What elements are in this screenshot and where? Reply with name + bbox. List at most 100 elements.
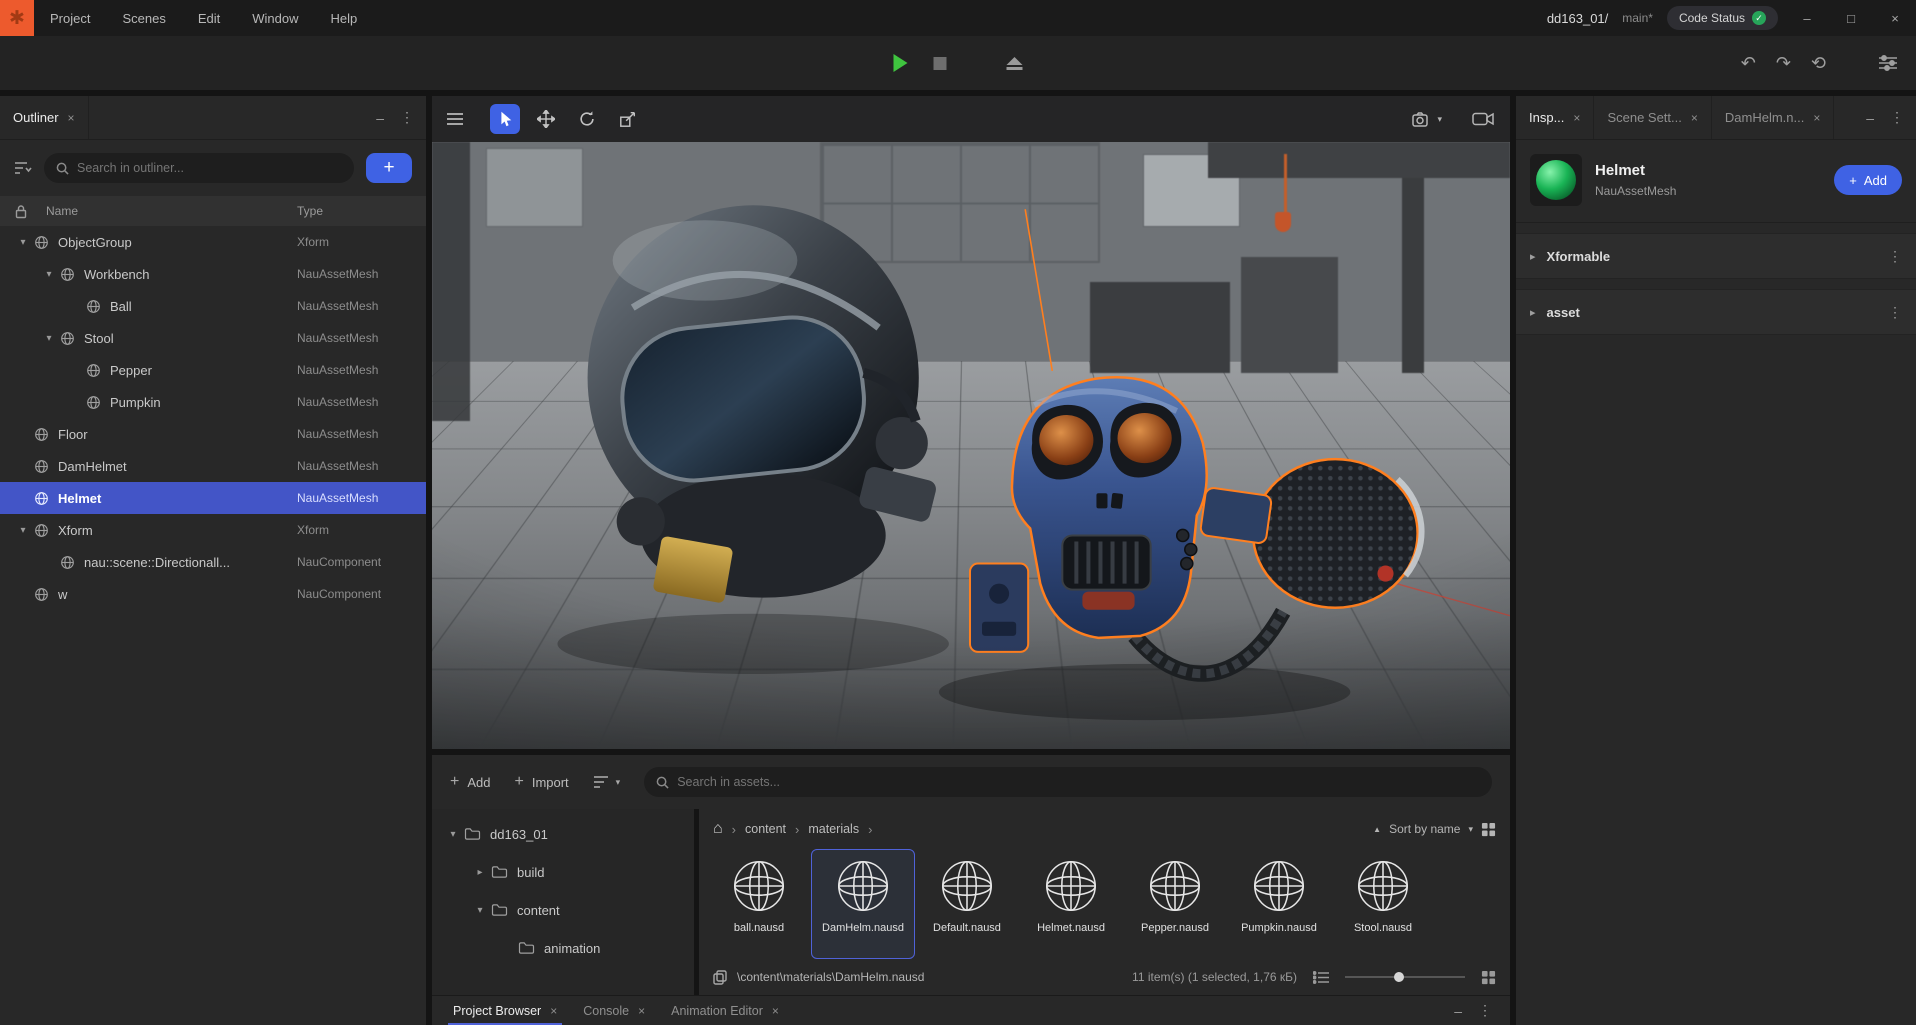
section-asset[interactable]: ▸ asset ⋮	[1516, 289, 1916, 335]
outliner-row-nau-scene-directionall-[interactable]: nau::scene::Directionall...NauComponent	[0, 546, 426, 578]
asset-add-button[interactable]: + Add	[450, 773, 490, 791]
move-tool-button[interactable]	[531, 104, 561, 134]
asset-tile-pepper-nausd[interactable]: Pepper.nausd	[1123, 849, 1227, 959]
outliner-search[interactable]	[44, 153, 354, 183]
list-view-icon[interactable]	[1313, 971, 1329, 984]
panel-menu-button[interactable]: ⋮	[1890, 109, 1904, 126]
menu-window[interactable]: Window	[236, 0, 314, 36]
copy-icon[interactable]	[713, 970, 727, 985]
asset-search[interactable]	[644, 767, 1492, 797]
collapse-panel-button[interactable]: –	[1454, 1003, 1462, 1019]
sort-by-label[interactable]: Sort by name	[1389, 822, 1460, 836]
outliner-row-ball[interactable]: BallNauAssetMesh	[0, 290, 426, 322]
panel-menu-button[interactable]: ⋮	[1478, 1002, 1492, 1019]
outliner-row-xform[interactable]: ▾XformXform	[0, 514, 426, 546]
close-icon[interactable]: ×	[68, 111, 75, 125]
viewport-menu-icon[interactable]	[446, 112, 464, 126]
outliner-add-button[interactable]: +	[366, 153, 412, 183]
redo-button[interactable]: ↷	[1776, 53, 1791, 74]
add-component-button[interactable]: + Add	[1834, 165, 1902, 195]
toolbar-settings-button[interactable]	[1878, 55, 1898, 71]
menu-scenes[interactable]: Scenes	[106, 0, 181, 36]
menu-help[interactable]: Help	[315, 0, 374, 36]
asset-tile-damhelm-nausd[interactable]: DamHelm.nausd	[811, 849, 915, 959]
close-button[interactable]: ×	[1880, 11, 1910, 26]
grid-view-icon[interactable]	[1481, 822, 1496, 837]
scale-tool-button[interactable]	[613, 104, 643, 134]
folder-row-content[interactable]: ▾content	[432, 891, 694, 929]
inspector-tab-0[interactable]: Insp...×	[1516, 96, 1594, 139]
close-icon[interactable]: ×	[550, 1004, 557, 1018]
asset-tile-default-nausd[interactable]: Default.nausd	[915, 849, 1019, 959]
asset-tile-helmet-nausd[interactable]: Helmet.nausd	[1019, 849, 1123, 959]
bottom-tab-0[interactable]: Project Browser×	[440, 996, 570, 1025]
outliner-row-w[interactable]: wNauComponent	[0, 578, 426, 610]
maximize-button[interactable]: □	[1836, 11, 1866, 26]
asset-import-button[interactable]: + Import	[514, 773, 568, 791]
videocam-icon[interactable]	[1472, 112, 1494, 126]
sort-direction-icon[interactable]: ▲	[1373, 825, 1381, 834]
panel-menu-button[interactable]: ⋮	[400, 109, 414, 126]
expand-chevron-icon[interactable]: ▾	[471, 905, 489, 916]
outliner-row-helmet[interactable]: HelmetNauAssetMesh	[0, 482, 426, 514]
outliner-row-pepper[interactable]: PepperNauAssetMesh	[0, 354, 426, 386]
breadcrumb-content[interactable]: content	[745, 822, 786, 836]
inspector-tab-2[interactable]: DamHelm.n...×	[1712, 96, 1834, 139]
expand-chevron-icon[interactable]: ▾	[40, 333, 58, 344]
camera-settings-button[interactable]: ▾	[1412, 112, 1442, 127]
inspector-tab-1[interactable]: Scene Sett...×	[1594, 96, 1711, 139]
rotate-tool-button[interactable]	[572, 104, 602, 134]
asset-search-input[interactable]	[677, 775, 1480, 789]
bottom-tab-1[interactable]: Console×	[570, 996, 658, 1025]
collapse-panel-button[interactable]: –	[1866, 110, 1874, 126]
outliner-row-floor[interactable]: FloorNauAssetMesh	[0, 418, 426, 450]
expand-chevron-icon[interactable]: ▾	[40, 269, 58, 280]
slider-knob[interactable]	[1394, 972, 1404, 982]
lock-icon[interactable]	[14, 204, 28, 219]
collapse-panel-button[interactable]: –	[376, 110, 384, 126]
section-xformable[interactable]: ▸ Xformable ⋮	[1516, 233, 1916, 279]
expand-chevron-icon[interactable]: ▾	[14, 525, 32, 536]
stop-button[interactable]	[934, 57, 947, 70]
section-menu-button[interactable]: ⋮	[1888, 248, 1902, 265]
asset-tile-ball-nausd[interactable]: ball.nausd	[707, 849, 811, 959]
close-icon[interactable]: ×	[638, 1004, 645, 1018]
history-button[interactable]: ⟲	[1811, 53, 1826, 74]
thumbnail-size-slider[interactable]	[1345, 976, 1465, 978]
folder-row-animation[interactable]: animation	[432, 929, 694, 967]
grid-view-icon[interactable]	[1481, 970, 1496, 985]
viewport-3d-scene[interactable]	[432, 142, 1510, 749]
select-tool-button[interactable]	[490, 104, 520, 134]
close-icon[interactable]: ×	[772, 1004, 779, 1018]
expand-chevron-icon[interactable]: ▸	[471, 867, 489, 878]
folder-row-dd163_01[interactable]: ▾dd163_01	[432, 815, 694, 853]
code-status-badge[interactable]: Code Status ✓	[1667, 6, 1778, 30]
breadcrumb-materials[interactable]: materials	[808, 822, 859, 836]
outliner-row-objectgroup[interactable]: ▾ObjectGroupXform	[0, 226, 426, 258]
export-button[interactable]	[1007, 57, 1023, 70]
outliner-row-workbench[interactable]: ▾WorkbenchNauAssetMesh	[0, 258, 426, 290]
play-button[interactable]	[894, 54, 908, 72]
home-icon[interactable]: ⌂	[713, 820, 723, 838]
asset-tile-pumpkin-nausd[interactable]: Pumpkin.nausd	[1227, 849, 1331, 959]
close-icon[interactable]: ×	[1813, 111, 1820, 125]
undo-button[interactable]: ↶	[1741, 53, 1756, 74]
outliner-row-damhelmet[interactable]: DamHelmetNauAssetMesh	[0, 450, 426, 482]
asset-filter-button[interactable]: ▾	[593, 775, 621, 789]
menu-edit[interactable]: Edit	[182, 0, 236, 36]
filter-icon[interactable]	[14, 161, 32, 175]
bottom-tab-2[interactable]: Animation Editor×	[658, 996, 792, 1025]
expand-chevron-icon[interactable]: ▾	[14, 237, 32, 248]
outliner-row-stool[interactable]: ▾StoolNauAssetMesh	[0, 322, 426, 354]
column-header-type[interactable]: Type	[297, 204, 323, 218]
menu-project[interactable]: Project	[34, 0, 106, 36]
minimize-button[interactable]: –	[1792, 11, 1822, 26]
close-icon[interactable]: ×	[1691, 111, 1698, 125]
close-icon[interactable]: ×	[1573, 111, 1580, 125]
column-header-name[interactable]: Name	[46, 204, 78, 218]
outliner-row-pumpkin[interactable]: PumpkinNauAssetMesh	[0, 386, 426, 418]
expand-chevron-icon[interactable]: ▾	[444, 829, 462, 840]
tab-outliner[interactable]: Outliner ×	[0, 96, 89, 139]
section-menu-button[interactable]: ⋮	[1888, 304, 1902, 321]
outliner-search-input[interactable]	[77, 161, 342, 175]
